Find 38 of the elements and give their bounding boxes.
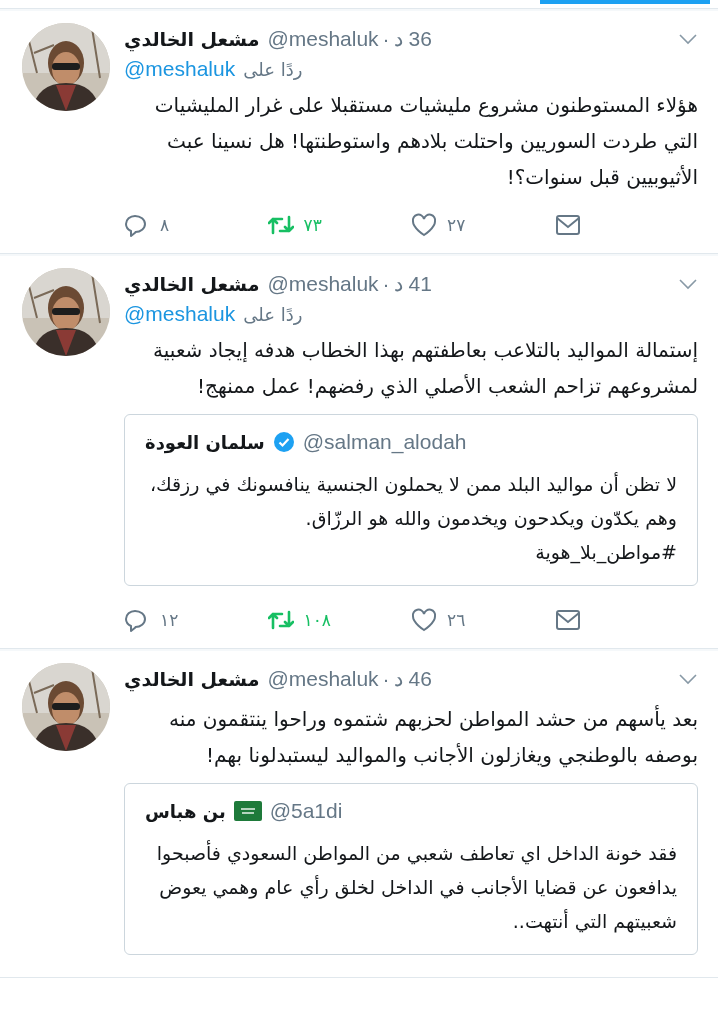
- quoted-author-name: سلمان العودة: [145, 431, 265, 453]
- chevron-icon: [678, 673, 698, 685]
- author-handle: @meshaluk: [267, 272, 379, 296]
- timestamp: 46 د: [393, 667, 432, 691]
- quoted-author-handle: @5a1di: [269, 799, 343, 823]
- quoted-author-handle: @salman_alodah: [302, 430, 467, 454]
- envelope-icon[interactable]: [554, 213, 581, 237]
- retweet-icon[interactable]: [267, 608, 294, 632]
- timestamp: 41 د: [393, 272, 432, 296]
- quoted-author-name: بن هباس: [145, 800, 226, 822]
- tweet-text: إستمالة المواليد بالتلاعب بعاطفتهم بهذا الخطاب هدفه إيجاد شعبية لمشروعهم تزاحم الشعب الأصلي الذي رفضهم! عمل ممنهج!: [152, 337, 698, 401]
- reply-count: ٨: [160, 215, 170, 235]
- chevron-icon: [678, 278, 698, 290]
- author-handle: @meshaluk: [267, 667, 379, 691]
- envelope-icon[interactable]: [554, 608, 581, 632]
- like-count: ٢٦: [447, 610, 466, 630]
- quoted-tweet-text: فقد خونة الداخل اي تعاطف شعبي من المواطن السعودي فأصبحوا يدافعون عن قضايا الأجانب في الداخل لخلق رأي عام وهمي يعوض شعبيتهم التي أنتهت..: [155, 839, 677, 935]
- like-count: ٢٧: [447, 215, 466, 235]
- separator-dot: ·: [382, 272, 390, 296]
- author-name: مشعل الخالدي: [124, 668, 260, 690]
- reply-count: ١٢: [160, 610, 179, 630]
- heart-icon[interactable]: [411, 608, 437, 632]
- retweet-count: ١٠٨: [303, 610, 331, 630]
- reply-label: ردًا على: [243, 304, 303, 325]
- retweet-count: ٧٣: [303, 215, 322, 235]
- tweet-text: بعد يأسهم من حشد المواطن لحزبهم شتموه وراحوا ينتقمون منه بوصفه بالوطنجي ويغازلون الأجانب والمواليد ليستبدلونا بهم!: [168, 704, 698, 770]
- reply-label: ردًا على: [243, 59, 303, 80]
- timestamp: 36 د: [393, 27, 432, 51]
- chevron-icon: [678, 33, 698, 45]
- retweet-icon[interactable]: [267, 213, 294, 237]
- heart-icon[interactable]: [411, 213, 437, 237]
- quoted-tweet-text: لا تظن أن مواليد البلد ممن لا يحملون الجنسية ينافسونك في رزقك، وهم يكدّون ويكدحون ويخدمون والله هو الرزّاق. #مواطن_بلا_هوية: [148, 471, 677, 566]
- tweet-text: هؤلاء المستوطنون مشروع مليشيات مستقبلا على غرار المليشيات التي طردت السوريين واحتلت بلادهم واستوطنتها! هل نسينا عبث الأثيوبيين قبل سنوات؟!: [153, 92, 698, 191]
- author-name: مشعل الخالدي: [124, 273, 260, 295]
- author-name: مشعل الخالدي: [124, 28, 260, 50]
- separator-dot: ·: [382, 27, 390, 51]
- author-handle: @meshaluk: [267, 27, 379, 51]
- separator-dot: ·: [382, 667, 390, 691]
